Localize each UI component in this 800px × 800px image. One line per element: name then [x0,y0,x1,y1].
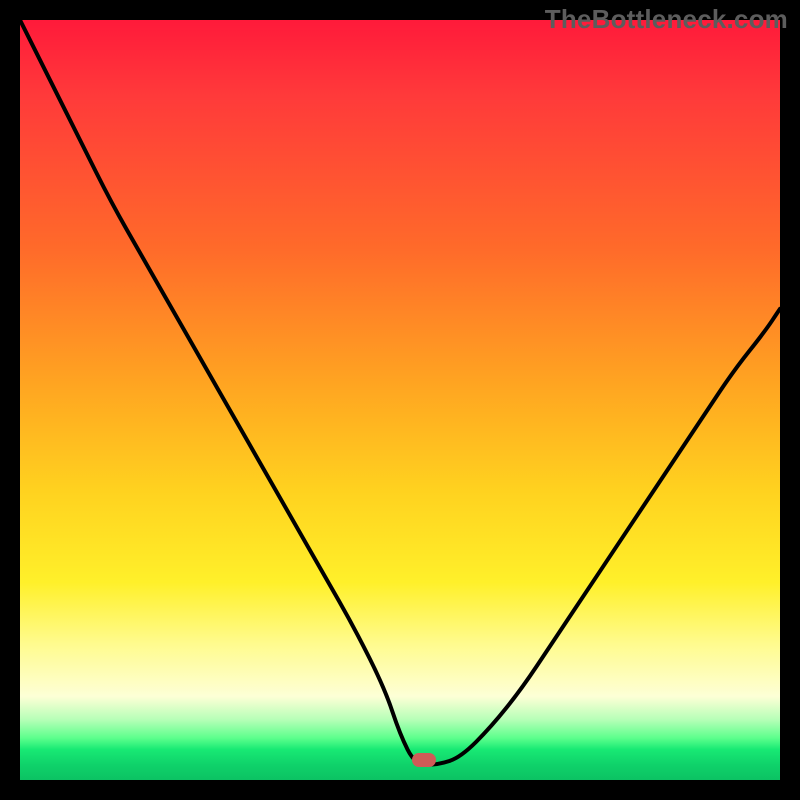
chart-frame: TheBottleneck.com [0,0,800,800]
watermark-text: TheBottleneck.com [545,4,788,35]
plot-area [20,20,780,780]
bottleneck-curve [20,20,780,780]
minimum-marker [412,753,436,767]
